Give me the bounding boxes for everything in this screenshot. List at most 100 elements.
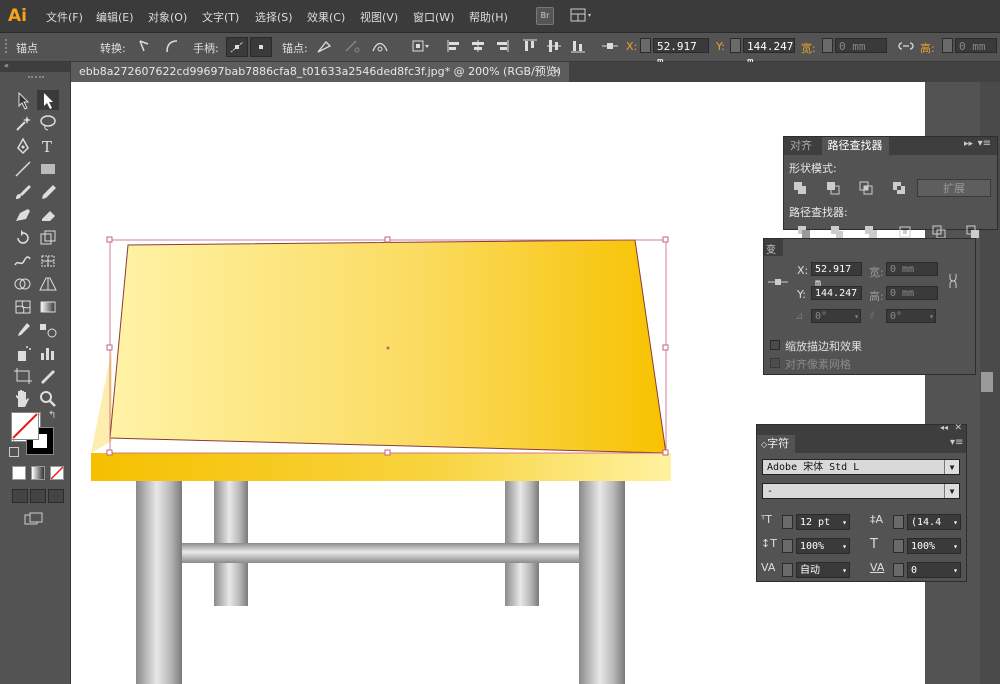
- blob-brush-tool-icon[interactable]: [12, 205, 34, 225]
- outline-icon[interactable]: [932, 225, 946, 239]
- isolate-icon[interactable]: [410, 37, 430, 55]
- collapse-icon[interactable]: ◂◂: [940, 423, 948, 432]
- align-left-icon[interactable]: [444, 37, 464, 55]
- zoom-tool-icon[interactable]: [37, 389, 59, 409]
- hand-tool-icon[interactable]: [12, 389, 34, 409]
- menu-type[interactable]: 文字(T): [202, 9, 239, 25]
- align-top-icon[interactable]: [520, 37, 540, 55]
- none-mode-icon[interactable]: [50, 466, 64, 480]
- bridge-button[interactable]: Br: [536, 7, 554, 25]
- transform-panel-tab[interactable]: 变换: [764, 239, 783, 256]
- line-tool-icon[interactable]: [12, 159, 34, 179]
- color-mode-icon[interactable]: [12, 466, 26, 480]
- transform-h-field[interactable]: 0 mm: [886, 286, 938, 300]
- menu-help[interactable]: 帮助(H): [469, 9, 508, 25]
- transform-y-field[interactable]: 144.247: [811, 286, 862, 300]
- transform-x-field[interactable]: 52.917 m: [811, 262, 862, 289]
- document-tab[interactable]: ebb8a272607622cd99697bab7886cfa8_t01633a…: [71, 62, 569, 82]
- blend-tool-icon[interactable]: [37, 320, 59, 340]
- eyedropper-tool-icon[interactable]: [12, 320, 34, 340]
- tab-character[interactable]: ◇字符: [757, 435, 795, 453]
- connect-anchor-icon[interactable]: [342, 37, 362, 55]
- fill-swatch-front[interactable]: [11, 412, 39, 440]
- kerning-field[interactable]: 自动 ▾: [796, 562, 850, 578]
- screen-mode-icon[interactable]: [24, 512, 44, 526]
- menu-window[interactable]: 窗口(W): [413, 9, 454, 25]
- x-field[interactable]: 52.917 m: [653, 38, 709, 68]
- horizontal-scale-field[interactable]: 100% ▾: [907, 538, 961, 554]
- menu-edit[interactable]: 编辑(E): [96, 9, 134, 25]
- width-stepper[interactable]: [822, 38, 833, 53]
- paintbrush-tool-icon[interactable]: [12, 182, 34, 202]
- scale-strokes-checkbox[interactable]: [770, 340, 780, 350]
- intersect-icon[interactable]: [859, 181, 873, 195]
- pen-tool-icon[interactable]: [12, 136, 34, 156]
- draw-inside-icon[interactable]: [48, 489, 64, 503]
- magic-wand-tool-icon[interactable]: [12, 113, 34, 133]
- default-colors-icon[interactable]: [9, 447, 19, 457]
- unite-icon[interactable]: [793, 181, 807, 195]
- merge-icon[interactable]: [864, 225, 878, 239]
- tab-align[interactable]: 对齐: [784, 137, 818, 155]
- vertical-scale-stepper[interactable]: [782, 539, 793, 553]
- tracking-field[interactable]: 0 ▾: [907, 562, 961, 578]
- reference-point-icon[interactable]: [768, 277, 788, 287]
- slice-tool-icon[interactable]: [37, 366, 59, 386]
- menu-file[interactable]: 文件(F): [46, 9, 83, 25]
- vertical-scrollbar[interactable]: [981, 372, 993, 392]
- constrain-link-icon[interactable]: [896, 37, 916, 55]
- rectangle-tool-icon[interactable]: [37, 159, 59, 179]
- expand-button[interactable]: 扩展: [917, 179, 991, 197]
- workspace-layout-icon[interactable]: [570, 7, 594, 23]
- selection-tool-icon[interactable]: [12, 90, 34, 110]
- type-tool-icon[interactable]: T: [37, 136, 59, 156]
- menu-effect[interactable]: 效果(C): [307, 9, 345, 25]
- shape-builder-tool-icon[interactable]: [12, 274, 34, 294]
- align-hcenter-icon[interactable]: [468, 37, 488, 55]
- direct-selection-tool-icon[interactable]: [37, 90, 59, 110]
- align-bottom-icon[interactable]: [568, 37, 588, 55]
- rotate-angle-field[interactable]: 0° ▾: [811, 309, 861, 323]
- trim-icon[interactable]: [830, 225, 844, 239]
- swap-fill-stroke-icon[interactable]: ↰: [48, 410, 56, 421]
- leading-stepper[interactable]: [893, 515, 904, 529]
- constrain-proportions-icon[interactable]: [946, 272, 960, 290]
- hide-handles-icon[interactable]: [250, 37, 272, 57]
- divide-icon[interactable]: [797, 225, 811, 239]
- tracking-stepper[interactable]: [893, 563, 904, 577]
- gradient-mode-icon[interactable]: [31, 466, 45, 480]
- menu-object[interactable]: 对象(O): [148, 9, 187, 25]
- align-right-icon[interactable]: [492, 37, 512, 55]
- align-pixel-grid-checkbox[interactable]: [770, 358, 780, 368]
- width-field[interactable]: 0 mm: [835, 38, 887, 53]
- eraser-tool-icon[interactable]: [37, 205, 59, 225]
- exclude-icon[interactable]: [892, 181, 906, 195]
- draw-behind-icon[interactable]: [30, 489, 46, 503]
- free-transform-tool-icon[interactable]: [37, 251, 59, 271]
- shear-angle-field[interactable]: 0° ▾: [886, 309, 936, 323]
- leading-field[interactable]: (14.4 ▾: [907, 514, 961, 530]
- mesh-tool-icon[interactable]: [12, 297, 34, 317]
- align-vcenter-icon[interactable]: [544, 37, 564, 55]
- cut-path-icon[interactable]: [370, 37, 390, 55]
- x-stepper[interactable]: [640, 38, 651, 53]
- font-size-stepper[interactable]: [782, 515, 793, 529]
- show-handles-icon[interactable]: [226, 37, 248, 57]
- horizontal-scale-stepper[interactable]: [893, 539, 904, 553]
- vertical-scale-field[interactable]: 100% ▾: [796, 538, 850, 554]
- convert-corner-icon[interactable]: [135, 37, 155, 55]
- font-size-field[interactable]: 12 pt ▾: [796, 514, 850, 530]
- font-family-select[interactable]: Adobe 宋体 Std L ▼: [762, 459, 960, 475]
- tab-pathfinder[interactable]: 路径查找器: [821, 137, 889, 155]
- symbol-sprayer-tool-icon[interactable]: [12, 343, 34, 363]
- menu-select[interactable]: 选择(S): [255, 9, 293, 25]
- collapse-icon[interactable]: ▸▸: [964, 139, 973, 149]
- minus-back-icon[interactable]: [966, 225, 980, 239]
- warp-tool-icon[interactable]: [12, 251, 34, 271]
- draw-normal-icon[interactable]: [12, 489, 28, 503]
- y-stepper[interactable]: [730, 38, 741, 53]
- reference-point-icon[interactable]: [600, 37, 620, 55]
- scale-tool-icon[interactable]: [37, 228, 59, 248]
- panel-menu-icon[interactable]: ▾≡: [978, 138, 991, 149]
- crop-icon[interactable]: [898, 225, 912, 239]
